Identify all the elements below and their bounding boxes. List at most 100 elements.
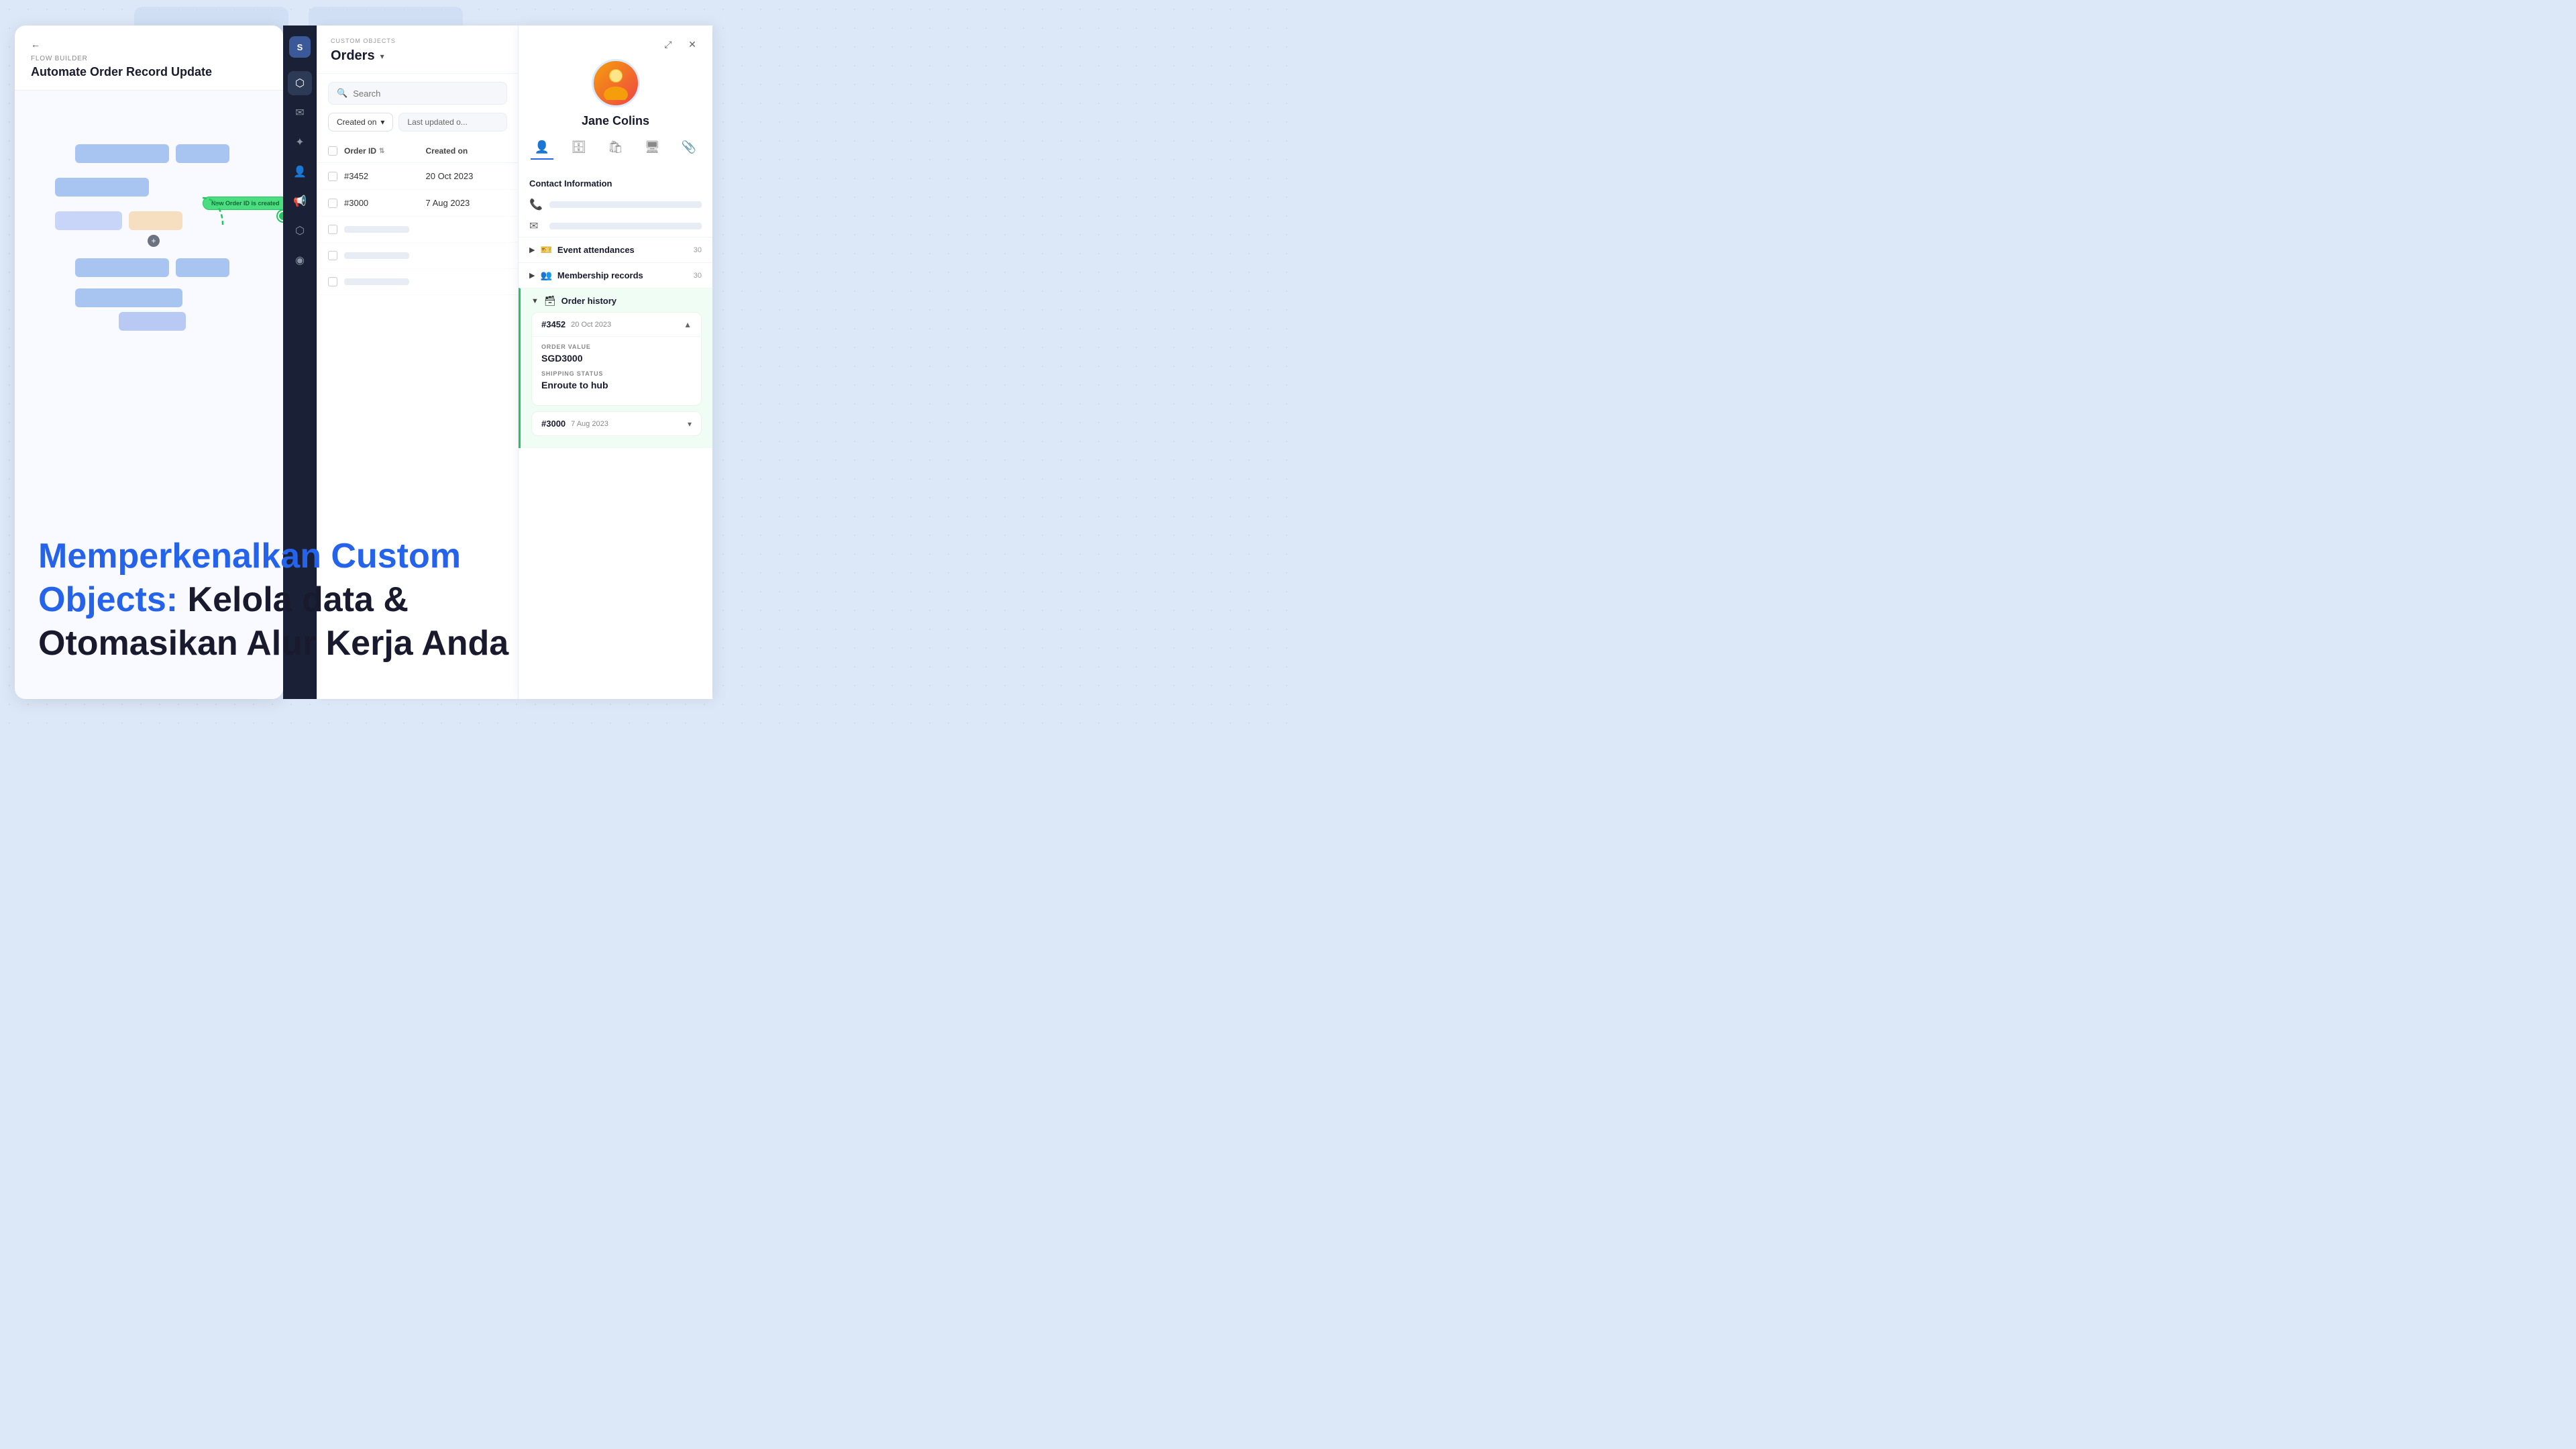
flow-block-9: [119, 312, 186, 331]
close-icon: ✕: [688, 39, 696, 50]
filter-last-updated[interactable]: Last updated o...: [398, 113, 507, 131]
filter-row: Created on ▾ Last updated o...: [317, 113, 518, 140]
contact-body: Contact Information 📞 ✉ ▶ 🎫 Event attend…: [519, 170, 712, 699]
shipping-status-label: SHIPPING STATUS: [541, 370, 692, 377]
order-card-3000[interactable]: #3000 7 Aug 2023 ▾: [531, 411, 702, 436]
custom-objects-label: CUSTOM OBJECTS: [331, 38, 504, 44]
external-link-icon: ⤢: [664, 39, 672, 50]
flow-block-1: [75, 144, 169, 163]
headline-line2-dark: Kelola data &: [178, 580, 283, 619]
order-expand-icon: ▼: [531, 297, 539, 305]
flow-block-8: [75, 288, 182, 307]
membership-expand-icon: ▶: [529, 271, 535, 280]
row2-checkbox[interactable]: [328, 199, 337, 208]
sidebar-item-broadcast[interactable]: 📢: [288, 189, 312, 213]
main-container: ← FLOW BUILDER Automate Order Record Upd…: [15, 25, 1273, 699]
row2-order-id: #3000: [344, 198, 426, 208]
contact-panel: ⤢ ✕ Jane Colins 👤 🗄 🛍 🖥: [518, 25, 712, 699]
table-row-empty: [317, 217, 518, 243]
contact-tabs: 👤 🗄 🛍 🖥 📎: [520, 136, 711, 160]
broadcast-icon: 📢: [293, 195, 307, 208]
flow-builder-label: FLOW BUILDER: [31, 55, 267, 62]
nav-logo-text: S: [297, 42, 303, 52]
sidebar-item-database[interactable]: ⬡: [288, 71, 312, 95]
objects-title: Orders: [331, 48, 375, 64]
objects-title-row: Orders ▾: [331, 48, 504, 64]
row1-created-on: 20 Oct 2023: [426, 171, 508, 181]
filter-created-on[interactable]: Created on ▾: [328, 113, 393, 131]
flow-block-7: [176, 258, 229, 277]
order-3000-expand-icon[interactable]: ▾: [688, 419, 692, 429]
avatar-section: Jane Colins 👤 🗄 🛍 🖥 📎: [519, 59, 712, 170]
tab-profile-icon[interactable]: 👤: [531, 136, 553, 160]
membership-records-header[interactable]: ▶ 👥 Membership records 30: [529, 270, 702, 281]
sidebar-item-trigger[interactable]: ✦: [288, 130, 312, 154]
back-icon: ←: [31, 39, 40, 50]
inbox-icon: ✉: [295, 106, 304, 119]
channels-icon: ◉: [295, 254, 305, 267]
flows-icon: ⬡: [295, 224, 305, 237]
order-history-header[interactable]: ▼ 🗃 Order history: [531, 295, 702, 307]
row5-checkbox[interactable]: [328, 277, 337, 286]
flow-header: ← FLOW BUILDER Automate Order Record Upd…: [15, 25, 283, 91]
row1-order-id: #3452: [344, 171, 426, 181]
phone-icon: 📞: [529, 198, 543, 211]
flow-block-2: [176, 144, 229, 163]
headline-line3: Otomasikan Alur Kerja Anda: [38, 624, 283, 663]
flow-block-3: [55, 178, 149, 197]
sidebar-item-flows[interactable]: ⬡: [288, 219, 312, 243]
event-attendances-section: ▶ 🎫 Event attendances 30: [519, 237, 712, 262]
nav-logo: S: [289, 36, 311, 58]
avatar: [592, 59, 640, 107]
search-box: 🔍: [328, 82, 507, 105]
row1-checkbox[interactable]: [328, 172, 337, 181]
sidebar-item-inbox[interactable]: ✉: [288, 101, 312, 125]
flow-block-4: [55, 211, 122, 230]
event-icon: 🎫: [540, 244, 551, 256]
sidebar-item-channels[interactable]: ◉: [288, 248, 312, 272]
filter-created-on-chevron: ▾: [380, 117, 384, 127]
membership-icon: 👥: [540, 270, 551, 281]
flow-block-5: [129, 211, 182, 230]
back-button[interactable]: ←: [31, 39, 40, 50]
flow-block-6: [75, 258, 169, 277]
phone-value: [549, 201, 702, 208]
event-attendances-header[interactable]: ▶ 🎫 Event attendances 30: [529, 244, 702, 256]
event-attendances-label: Event attendances: [557, 245, 688, 255]
select-all-checkbox[interactable]: [328, 146, 337, 156]
tab-screen-icon[interactable]: 🖥: [641, 136, 664, 160]
row4-checkbox[interactable]: [328, 251, 337, 260]
order-card-3452-header[interactable]: #3452 20 Oct 2023 ▲: [532, 313, 701, 336]
order-date-3452: 20 Oct 2023: [571, 321, 611, 329]
tab-attachment-icon[interactable]: 📎: [678, 136, 700, 160]
row3-order-id-muted: [344, 226, 409, 233]
tab-shopping-icon[interactable]: 🛍: [604, 136, 627, 160]
order-history-label: Order history: [561, 296, 702, 306]
table-row[interactable]: #3452 20 Oct 2023: [317, 163, 518, 190]
col-order-id-label: Order ID: [344, 146, 376, 156]
col-created-on: Created on: [426, 146, 508, 156]
membership-records-label: Membership records: [557, 270, 688, 280]
tab-database-icon[interactable]: 🗄: [567, 136, 590, 160]
search-input[interactable]: [353, 89, 498, 99]
order-history-section: ▼ 🗃 Order history #3452 20 Oct 2023 ▲ OR…: [519, 288, 712, 448]
table-row[interactable]: #3000 7 Aug 2023: [317, 190, 518, 217]
external-link-button[interactable]: ⤢: [659, 35, 678, 54]
table-row-empty: [317, 269, 518, 295]
row4-order-id-muted: [344, 252, 409, 259]
headline-line2-blue: Objects:: [38, 580, 178, 619]
membership-records-section: ▶ 👥 Membership records 30: [519, 262, 712, 288]
row5-order-id-muted: [344, 278, 409, 285]
shipping-status-value: Enroute to hub: [541, 380, 692, 390]
objects-chevron-icon[interactable]: ▾: [380, 52, 384, 61]
sort-order-id-icon[interactable]: ⇅: [379, 148, 384, 155]
contact-name: Jane Colins: [582, 114, 649, 128]
sidebar-item-contacts[interactable]: 👤: [288, 160, 312, 184]
close-panel-button[interactable]: ✕: [683, 35, 702, 54]
order-3452-collapse-icon[interactable]: ▲: [684, 320, 692, 329]
contacts-icon: 👤: [293, 165, 307, 178]
add-step-button[interactable]: +: [148, 235, 160, 247]
row3-checkbox[interactable]: [328, 225, 337, 234]
trigger-badge: New Order ID is created: [203, 197, 283, 210]
order-value-label: ORDER VALUE: [541, 343, 692, 350]
